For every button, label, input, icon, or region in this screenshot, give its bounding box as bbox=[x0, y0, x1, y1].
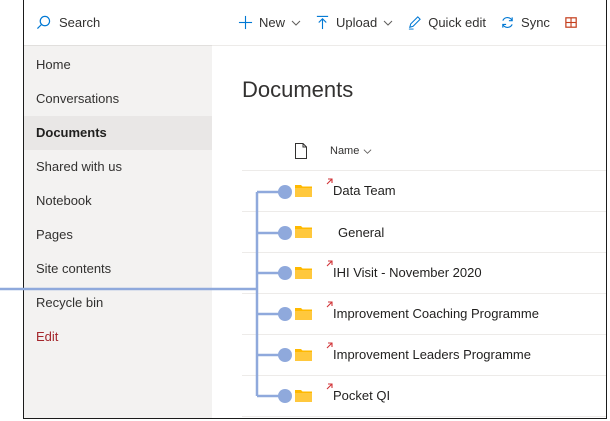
list-column-header: Name bbox=[294, 143, 372, 159]
folder-icon bbox=[295, 390, 312, 402]
excel-export-icon bbox=[565, 17, 577, 28]
folder-name[interactable]: Improvement Leaders Programme bbox=[333, 347, 531, 362]
page-title: Documents bbox=[242, 77, 354, 102]
upload-button[interactable]: Upload bbox=[315, 15, 393, 30]
sync-button[interactable]: Sync bbox=[500, 15, 550, 30]
plus-icon bbox=[238, 15, 253, 30]
folder-icon bbox=[295, 185, 312, 197]
folder-name[interactable]: Data Team bbox=[333, 183, 396, 198]
new-item-icon bbox=[326, 178, 333, 185]
nav-item-conversations[interactable]: Conversations bbox=[24, 82, 212, 116]
folder-row[interactable]: IHI Visit - November 2020 bbox=[242, 253, 606, 294]
chevron-down-icon bbox=[363, 148, 372, 154]
new-item-icon bbox=[326, 342, 333, 349]
nav-item-recycle-bin[interactable]: Recycle bin bbox=[24, 286, 212, 320]
folder-name[interactable]: Improvement Coaching Programme bbox=[333, 306, 539, 321]
upload-label: Upload bbox=[336, 15, 378, 30]
nav-item-site-contents[interactable]: Site contents bbox=[24, 252, 212, 286]
export-to-excel-button[interactable] bbox=[564, 15, 579, 30]
name-column-header[interactable]: Name bbox=[330, 145, 372, 157]
quick-edit-label: Quick edit bbox=[428, 15, 487, 30]
folder-row[interactable]: Improvement Leaders Programme bbox=[242, 335, 606, 376]
chevron-down-icon bbox=[383, 20, 393, 26]
nav-edit-link[interactable]: Edit bbox=[24, 320, 212, 354]
nav-item-pages[interactable]: Pages bbox=[24, 218, 212, 252]
sync-label: Sync bbox=[521, 15, 550, 30]
quick-edit-button[interactable]: Quick edit bbox=[407, 15, 486, 30]
new-label: New bbox=[259, 15, 286, 30]
left-navigation: Search Home Conversations Documents Shar… bbox=[24, 0, 212, 418]
nav-item-home[interactable]: Home bbox=[24, 52, 212, 82]
pencil-icon bbox=[409, 16, 422, 30]
search-label: Search bbox=[59, 15, 101, 30]
folder-icon bbox=[295, 349, 312, 361]
nav-item-notebook[interactable]: Notebook bbox=[24, 184, 212, 218]
folder-name[interactable]: IHI Visit - November 2020 bbox=[333, 265, 482, 280]
new-item-icon bbox=[326, 301, 333, 308]
new-button[interactable]: New bbox=[238, 15, 301, 30]
folder-row[interactable]: Data Team bbox=[242, 171, 606, 212]
nav-list: Home Conversations Documents Shared with… bbox=[24, 46, 212, 354]
command-bar: New Upload Quick edit Sync bbox=[212, 0, 606, 46]
sharepoint-window: Search Home Conversations Documents Shar… bbox=[23, 0, 607, 419]
new-item-icon bbox=[326, 260, 333, 267]
folder-row[interactable]: Improvement Coaching Programme bbox=[242, 294, 606, 335]
name-column-label: Name bbox=[330, 145, 360, 157]
folder-icon bbox=[295, 226, 312, 238]
chevron-down-icon bbox=[291, 20, 301, 26]
folder-name[interactable]: Pocket QI bbox=[333, 388, 390, 403]
nav-item-shared-with-us[interactable]: Shared with us bbox=[24, 150, 212, 184]
folder-icon bbox=[295, 308, 312, 320]
file-type-icon[interactable] bbox=[294, 143, 308, 159]
search-icon bbox=[36, 15, 51, 30]
folder-row[interactable]: General bbox=[242, 212, 606, 253]
search-box[interactable]: Search bbox=[24, 0, 212, 46]
folder-row[interactable]: Pocket QI bbox=[242, 376, 606, 417]
folder-icon bbox=[295, 267, 312, 279]
upload-icon bbox=[316, 15, 329, 30]
folder-name[interactable]: General bbox=[338, 225, 384, 240]
nav-item-documents[interactable]: Documents bbox=[24, 116, 212, 150]
new-item-icon bbox=[326, 383, 333, 390]
sync-icon bbox=[502, 17, 513, 28]
